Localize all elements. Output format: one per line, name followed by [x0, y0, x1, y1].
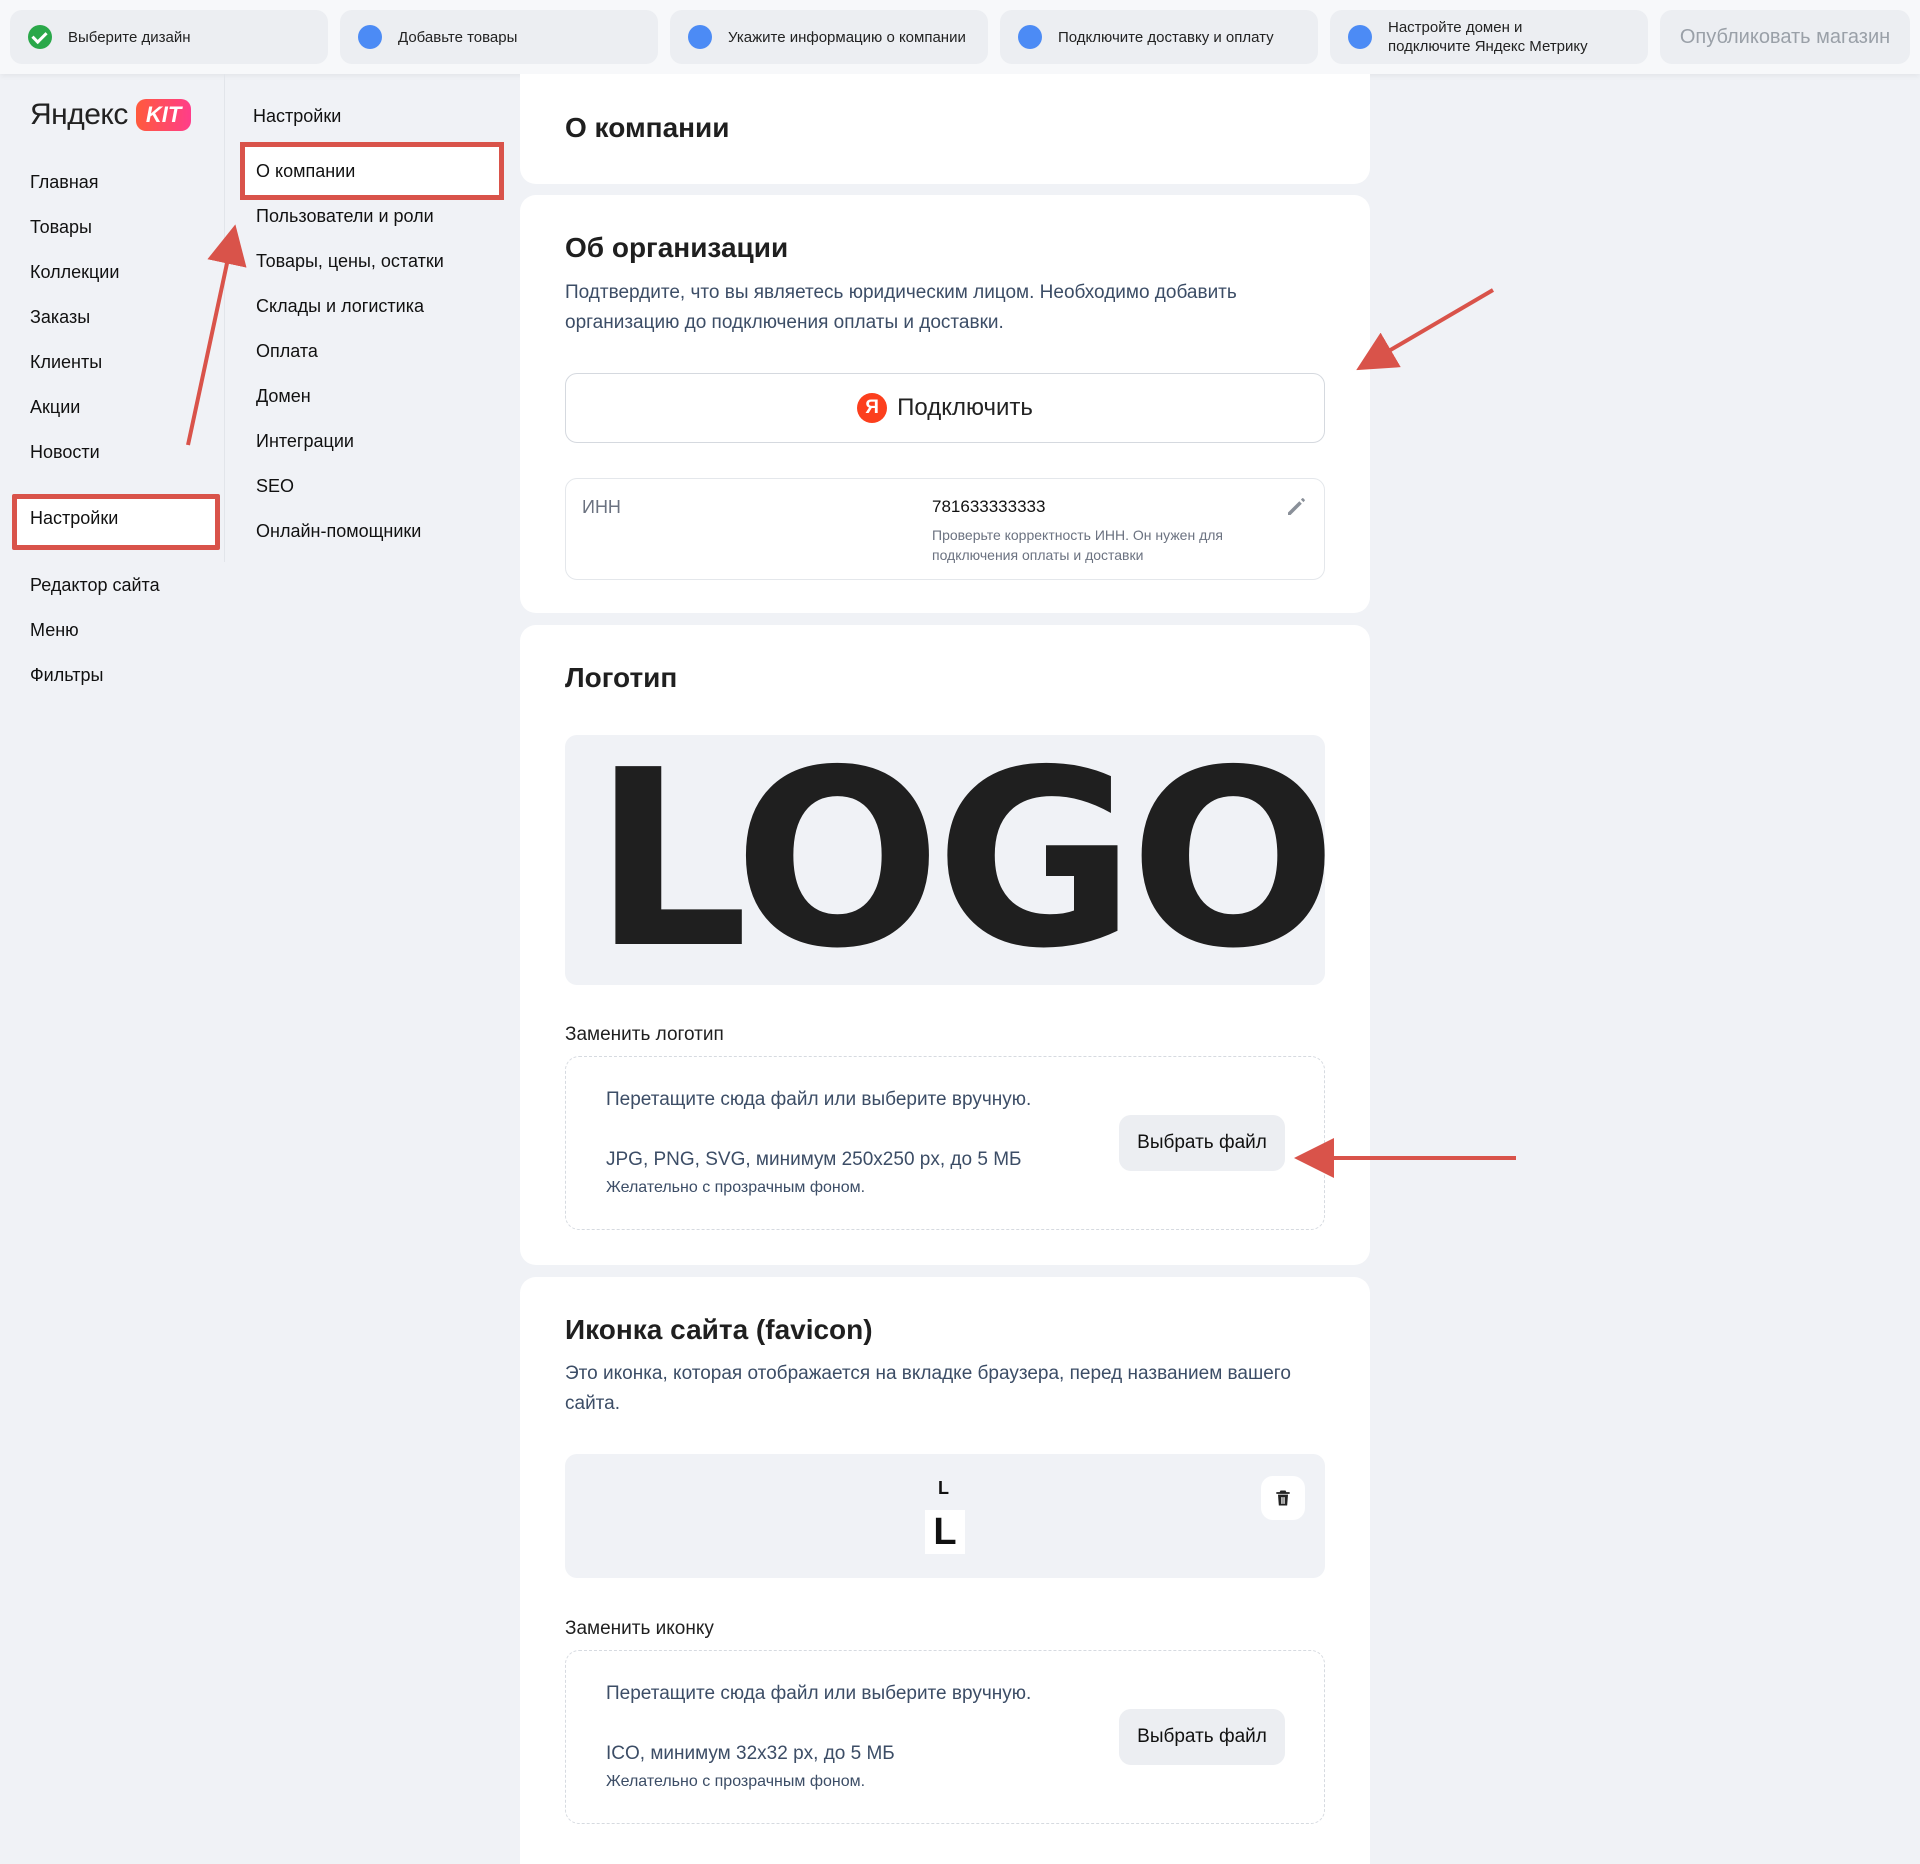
organization-description: Подтвердите, что вы являетесь юридически…: [565, 282, 1237, 333]
publish-store-button[interactable]: Опубликовать магазин: [1660, 10, 1910, 64]
favicon-preview: L L: [565, 1454, 1325, 1578]
favicon-preview-large: L: [925, 1510, 965, 1554]
step-choose-design[interactable]: Выберите дизайн: [10, 10, 328, 64]
logo-preview: LOGO: [565, 735, 1325, 985]
step-company-info[interactable]: Укажите информацию о компании: [670, 10, 988, 64]
arrow-to-connect-button: [1356, 288, 1495, 371]
logo-dropzone[interactable]: Перетащите сюда файл или выберите вручну…: [565, 1056, 1325, 1230]
dropzone-formats: ICO, минимум 32x32 px, до 5 МБ: [606, 1743, 895, 1764]
favicon-dropzone[interactable]: Перетащите сюда файл или выберите вручну…: [565, 1650, 1325, 1824]
organization-title: Об организации: [565, 232, 789, 263]
sidebar-item-site-editor[interactable]: Редактор сайта: [30, 575, 160, 596]
choose-logo-file-button[interactable]: Выбрать файл: [1119, 1115, 1285, 1171]
replace-logo-label: Заменить логотип: [565, 1024, 724, 1045]
submenu-item-users-roles[interactable]: Пользователи и роли: [256, 206, 434, 227]
yandex-icon: Я: [857, 393, 888, 423]
dropzone-text: Перетащите сюда файл или выберите вручну…: [606, 1089, 1032, 1110]
sidebar-item-filters[interactable]: Фильтры: [30, 665, 103, 686]
connect-label: Подключить: [897, 394, 1033, 421]
logo-preview-text: LOGO: [593, 735, 1325, 985]
sidebar-item-settings[interactable]: Настройки: [30, 508, 118, 529]
arrow-to-submenu: [186, 224, 247, 446]
step-label: Добавьте товары: [398, 28, 518, 46]
onboarding-progress-bar: Выберите дизайн Добавьте товары Укажите …: [0, 0, 1920, 74]
step-domain-metrika[interactable]: Настройте домен и подключите Яндекс Метр…: [1330, 10, 1648, 64]
dropzone-hint: Желательно с прозрачным фоном.: [606, 1179, 866, 1196]
sidebar-item-collections[interactable]: Коллекции: [30, 262, 119, 283]
pencil-icon[interactable]: [1284, 495, 1308, 519]
check-icon: [28, 25, 52, 49]
inn-label: ИНН: [582, 497, 621, 517]
step-label: Укажите информацию о компании: [728, 28, 966, 46]
circle-icon: [1018, 25, 1042, 49]
dropzone-hint: Желательно с прозрачным фоном.: [606, 1773, 866, 1790]
submenu-title: Настройки: [253, 106, 342, 126]
submenu-item-payment[interactable]: Оплата: [256, 341, 318, 362]
sidebar-divider: [224, 74, 225, 562]
choose-favicon-file-button[interactable]: Выбрать файл: [1119, 1709, 1285, 1765]
delete-favicon-button[interactable]: [1261, 1476, 1305, 1520]
sidebar-item-news[interactable]: Новости: [30, 442, 100, 463]
step-delivery-payment[interactable]: Подключите доставку и оплату: [1000, 10, 1318, 64]
favicon-preview-small: L: [938, 1478, 949, 1498]
brand-logo[interactable]: Яндекс KIT: [30, 98, 192, 132]
kit-badge: KIT: [135, 99, 192, 131]
submenu-item-products-prices[interactable]: Товары, цены, остатки: [256, 251, 444, 272]
submenu-item-seo[interactable]: SEO: [256, 476, 294, 497]
favicon-title: Иконка сайта (favicon): [565, 1314, 873, 1345]
replace-icon-label: Заменить иконку: [565, 1618, 714, 1639]
sidebar-item-menu[interactable]: Меню: [30, 620, 79, 641]
favicon-description: Это иконка, которая отображается на вкла…: [565, 1363, 1291, 1414]
connect-organization-button[interactable]: Я Подключить: [565, 373, 1325, 443]
circle-icon: [1348, 25, 1372, 49]
brand-name: Яндекс: [30, 98, 128, 131]
submenu-item-domain[interactable]: Домен: [256, 386, 311, 407]
submenu-item-about-company[interactable]: О компании: [256, 161, 355, 182]
trash-icon: [1276, 1490, 1290, 1506]
page-title: О компании: [565, 112, 730, 143]
submenu-item-warehouses[interactable]: Склады и логистика: [256, 296, 424, 317]
step-label: Выберите дизайн: [68, 28, 191, 46]
submenu-item-online-assistants[interactable]: Онлайн-помощники: [256, 521, 421, 542]
inn-field: ИНН 781633333333 Проверьте корректность …: [565, 478, 1325, 580]
sidebar-item-orders[interactable]: Заказы: [30, 307, 90, 328]
logo-title: Логотип: [565, 662, 678, 693]
sidebar-item-clients[interactable]: Клиенты: [30, 352, 102, 373]
inn-hint: Проверьте корректность ИНН. Он нужен для…: [932, 527, 1224, 563]
sidebar-item-home[interactable]: Главная: [30, 172, 99, 193]
sidebar-item-promotions[interactable]: Акции: [30, 397, 80, 418]
step-add-products[interactable]: Добавьте товары: [340, 10, 658, 64]
submenu-item-integrations[interactable]: Интеграции: [256, 431, 354, 452]
inn-value: 781633333333: [932, 497, 1046, 516]
circle-icon: [688, 25, 712, 49]
dropzone-formats: JPG, PNG, SVG, минимум 250x250 px, до 5 …: [606, 1149, 1022, 1170]
sidebar-item-products[interactable]: Товары: [30, 217, 92, 238]
dropzone-text: Перетащите сюда файл или выберите вручну…: [606, 1683, 1032, 1704]
step-label: Подключите доставку и оплату: [1058, 28, 1274, 46]
step-label: Настройте домен и подключите Яндекс Метр…: [1388, 19, 1588, 55]
circle-icon: [358, 25, 382, 49]
